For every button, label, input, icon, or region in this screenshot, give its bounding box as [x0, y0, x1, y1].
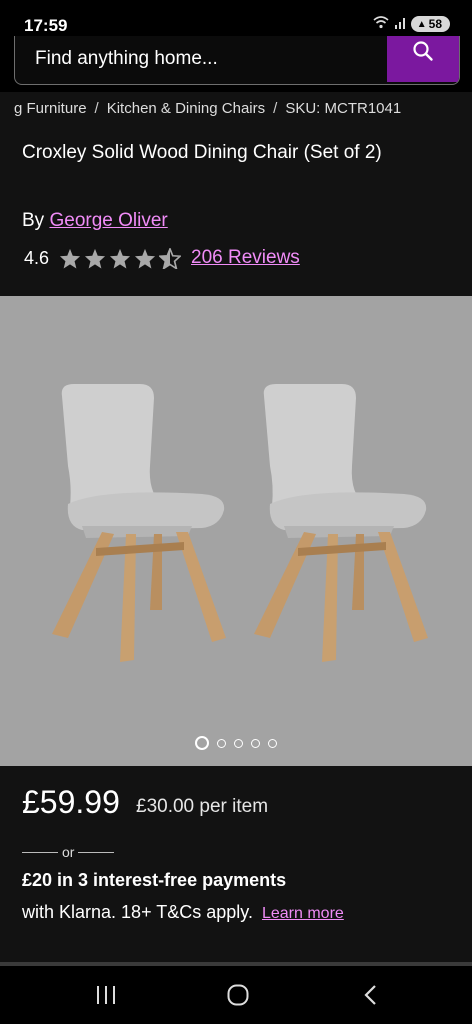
price: £59.99: [22, 784, 120, 820]
reviews-link[interactable]: 206 Reviews: [191, 247, 300, 269]
chair-image-left: [52, 384, 226, 662]
or-divider: or: [22, 844, 115, 860]
back-button[interactable]: [360, 984, 384, 1011]
home-button[interactable]: [226, 984, 250, 1011]
product-header: g Furniture / Kitchen & Dining Chairs / …: [0, 92, 472, 296]
status-time: 17:59: [24, 16, 68, 35]
klarna-offer: £20 in 3 interest-free payments: [22, 870, 287, 890]
or-text: or: [62, 844, 75, 860]
breadcrumb-separator: /: [273, 100, 278, 117]
chair-image-right: [254, 384, 428, 662]
product-title: Croxley Solid Wood Dining Chair (Set of …: [22, 142, 382, 163]
breadcrumb-separator: /: [94, 100, 99, 117]
product-image-gallery[interactable]: [0, 296, 472, 766]
rating-value: 4.6: [24, 247, 50, 268]
recent-apps-icon: [97, 986, 115, 1004]
price-per-item: £30.00 per item: [136, 796, 269, 817]
brand-prefix: By: [22, 210, 45, 231]
status-icons: ▲ 58: [373, 16, 450, 32]
price-section: £59.99 £30.00 per item or £20 in 3 inter…: [0, 766, 472, 962]
star-icon: [84, 248, 106, 269]
search-icon: [412, 40, 434, 67]
gallery-dot-3[interactable]: [234, 738, 243, 748]
breadcrumb-item-furniture[interactable]: g Furniture: [14, 100, 87, 117]
search-bar: [14, 36, 460, 85]
wifi-icon: [373, 16, 389, 32]
star-icon: [134, 248, 156, 269]
star-icon: [109, 248, 131, 269]
brand-link[interactable]: George Oliver: [49, 210, 167, 231]
gallery-pagination: [0, 736, 472, 750]
star-rating: [59, 247, 182, 269]
divider-line: [22, 851, 58, 853]
search-button[interactable]: [387, 36, 459, 82]
battery-saver-icon: ▲: [416, 18, 427, 30]
battery-indicator: ▲ 58: [410, 16, 450, 32]
star-icon: [59, 248, 81, 269]
breadcrumb-item-kitchen-dining-chairs[interactable]: Kitchen & Dining Chairs: [107, 100, 265, 117]
search-input[interactable]: [15, 36, 385, 82]
home-icon: [227, 984, 249, 1006]
learn-more-link[interactable]: Learn more: [262, 905, 344, 922]
back-icon: [364, 985, 376, 1005]
recent-apps-button[interactable]: [94, 984, 118, 1011]
breadcrumb: g Furniture / Kitchen & Dining Chairs / …: [14, 100, 401, 117]
brand-line: By George Oliver: [22, 210, 168, 232]
gallery-dot-2[interactable]: [217, 738, 226, 748]
gallery-dot-4[interactable]: [251, 738, 260, 748]
gallery-dot-5[interactable]: [268, 738, 277, 748]
signal-icon: [394, 17, 406, 32]
breadcrumb-item-sku: SKU: MCTR1041: [285, 100, 402, 117]
klarna-terms-text: with Klarna. 18+ T&Cs apply.: [22, 902, 253, 922]
half-star-icon: [159, 247, 182, 269]
gallery-dot-1[interactable]: [195, 736, 209, 750]
system-nav-bar: [0, 962, 472, 1024]
battery-level: 58: [428, 17, 442, 31]
rating-line: 4.6 206 Reviews: [24, 247, 300, 269]
divider-line: [78, 851, 115, 853]
klarna-terms: with Klarna. 18+ T&Cs apply. Learn more: [22, 902, 344, 923]
